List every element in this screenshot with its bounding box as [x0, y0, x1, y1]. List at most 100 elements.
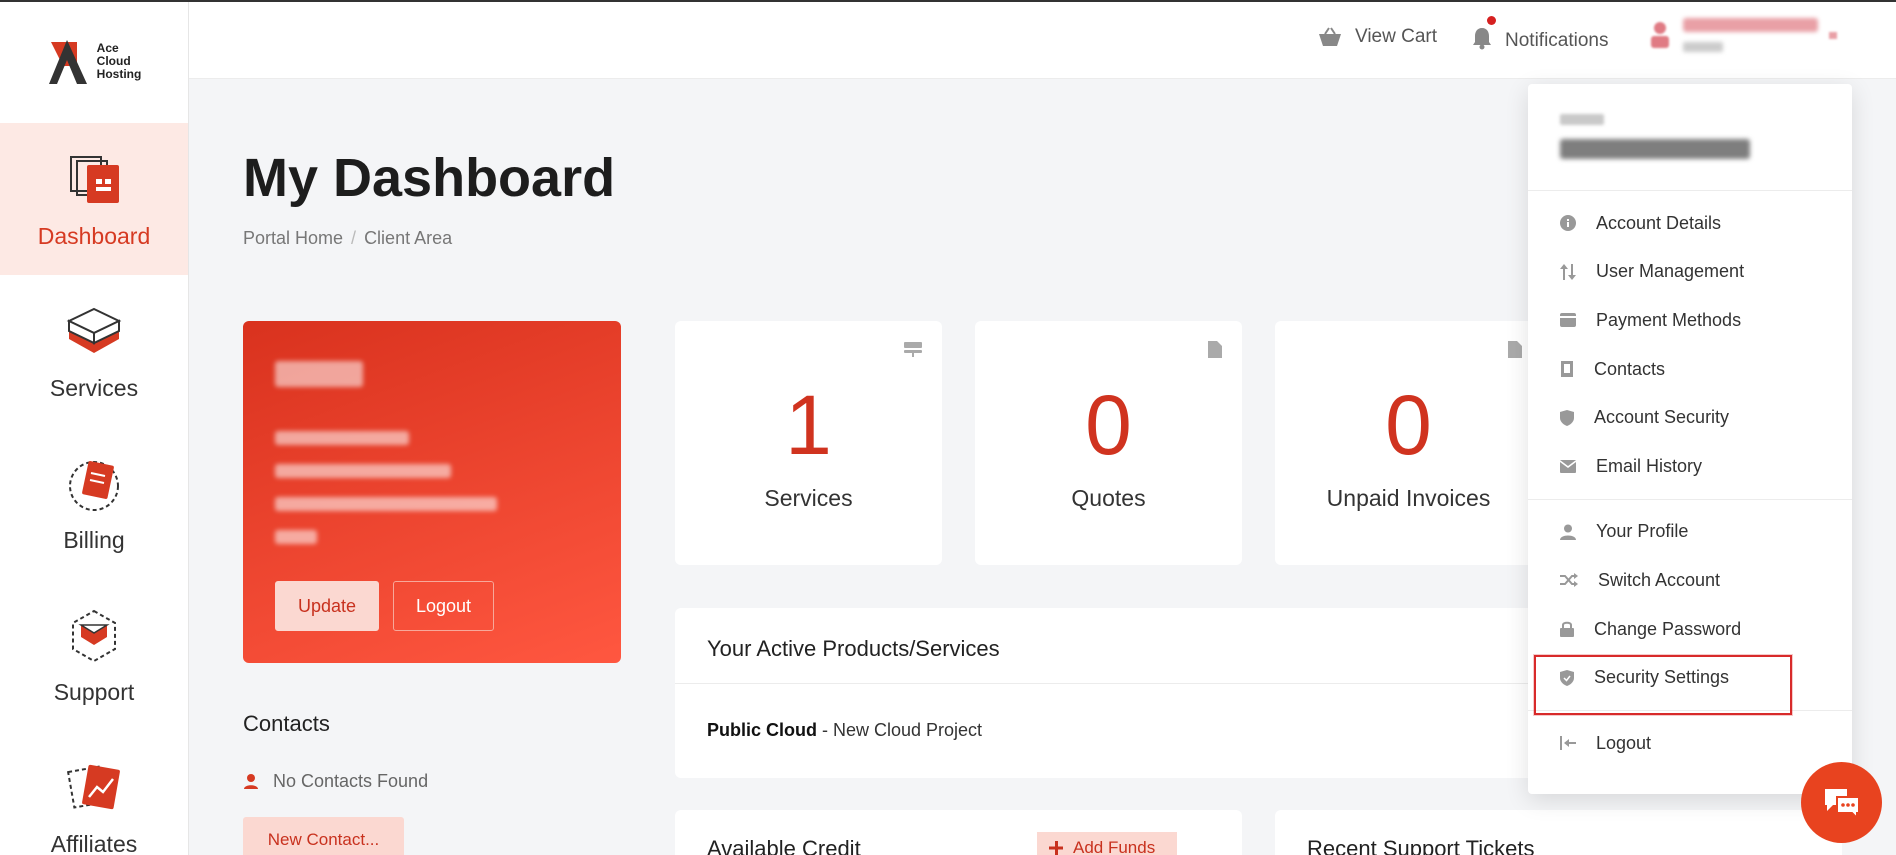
plus-icon [1049, 841, 1063, 855]
menu-change-password[interactable]: Change Password [1528, 605, 1852, 654]
sidebar-item-label: Dashboard [37, 222, 151, 249]
stat-card-quotes[interactable]: 0 Quotes [975, 321, 1242, 565]
new-contact-button[interactable]: New Contact... [243, 817, 404, 855]
notifications-link[interactable]: Notifications [1471, 16, 1609, 56]
menu-item-label: User Management [1596, 261, 1745, 282]
menu-item-label: Payment Methods [1596, 309, 1742, 330]
product-desc: - New Cloud Project [817, 720, 983, 740]
dropdown-logout-group: Logout [1528, 711, 1852, 776]
breadcrumb-client-area: Client Area [364, 228, 453, 248]
chevron-down-icon [1829, 32, 1837, 39]
dropdown-account-group: Account Details User Management Payment … [1528, 191, 1852, 500]
client-name-blurred [275, 431, 409, 445]
client-company-blurred [275, 361, 363, 387]
sidebar-item-label: Support [53, 678, 135, 705]
contacts-title: Contacts [243, 711, 330, 736]
breadcrumb-separator: / [351, 228, 357, 248]
logo-icon [48, 39, 87, 84]
shield-check-icon [1560, 669, 1574, 686]
live-chat-button[interactable] [1801, 762, 1882, 843]
sidebar-item-affiliates[interactable]: Affiliates [0, 731, 188, 855]
sidebar-item-label: Billing [63, 526, 125, 553]
services-icon [66, 307, 122, 353]
page-title: My Dashboard [243, 148, 616, 208]
stat-value: 1 [785, 378, 832, 472]
user-menu-toggle[interactable] [1649, 18, 1838, 52]
menu-security-settings[interactable]: Security Settings [1528, 653, 1852, 715]
menu-item-label: Contacts [1594, 358, 1666, 379]
server-icon [904, 342, 922, 357]
update-button[interactable]: Update [275, 581, 380, 631]
sidebar-item-support[interactable]: Support [0, 579, 188, 731]
available-credit-card: Available Credit Add Funds [675, 810, 1242, 855]
product-row[interactable]: Public Cloud - New Cloud Project [675, 684, 1675, 777]
card-logout-button[interactable]: Logout [393, 581, 495, 631]
window-top-border [0, 0, 1896, 2]
user-name-blurred [1683, 18, 1818, 52]
stat-value: 0 [1085, 378, 1132, 472]
dropdown-username-blurred [1560, 139, 1750, 159]
stat-value: 0 [1385, 378, 1432, 472]
breadcrumb-portal-home[interactable]: Portal Home [243, 228, 343, 249]
user-icon [1560, 524, 1576, 540]
stat-card-unpaid-invoices[interactable]: 0 Unpaid Invoices [1275, 321, 1542, 565]
menu-your-profile[interactable]: Your Profile [1528, 508, 1852, 557]
user-icon [244, 774, 258, 789]
view-cart-label: View Cart [1355, 26, 1438, 47]
sidebar-item-billing[interactable]: Billing [0, 427, 188, 579]
brand-logo[interactable]: Ace Cloud Hosting [0, 0, 188, 123]
product-name: Public Cloud [707, 720, 817, 740]
bell-icon [1473, 28, 1491, 50]
menu-account-details[interactable]: Account Details [1528, 199, 1852, 248]
basket-icon [1319, 27, 1341, 46]
billing-icon [69, 460, 119, 511]
client-info-card: Update Logout [243, 321, 621, 663]
client-city-blurred [275, 497, 497, 511]
dashboard-icon [70, 155, 119, 203]
menu-user-management[interactable]: User Management [1528, 248, 1852, 297]
lock-icon [1560, 621, 1574, 638]
address-book-icon [1561, 361, 1573, 378]
sidebar: Ace Cloud Hosting Dashboard Services Bil… [0, 0, 189, 855]
logout-icon [1560, 736, 1576, 751]
info-icon [1560, 215, 1576, 232]
client-address-blurred [275, 464, 451, 478]
no-contacts-message: No Contacts Found [243, 771, 428, 792]
affiliates-icon [66, 764, 120, 809]
menu-logout[interactable]: Logout [1528, 719, 1852, 768]
stat-label: Quotes [1071, 485, 1146, 511]
client-country-blurred [275, 530, 317, 544]
logo-text: Ace Cloud Hosting [96, 41, 142, 81]
support-icon [72, 609, 116, 662]
menu-account-security[interactable]: Account Security [1528, 393, 1852, 442]
menu-item-label: Account Details [1596, 212, 1722, 233]
recent-tickets-card: Recent Support Tickets [1275, 810, 1842, 855]
add-funds-button[interactable]: Add Funds [1037, 832, 1177, 855]
menu-item-label: Change Password [1594, 618, 1742, 639]
menu-item-label: Email History [1596, 455, 1703, 476]
envelope-icon [1560, 459, 1576, 473]
recent-tickets-title: Recent Support Tickets [1307, 836, 1535, 855]
user-avatar-icon [1651, 22, 1669, 48]
view-cart-link[interactable]: View Cart [1317, 26, 1437, 48]
dropdown-user-header [1528, 84, 1852, 191]
sidebar-item-services[interactable]: Services [0, 275, 188, 427]
sidebar-item-label: Affiliates [50, 830, 138, 855]
menu-email-history[interactable]: Email History [1528, 442, 1852, 491]
sidebar-item-dashboard[interactable]: Dashboard [0, 123, 188, 275]
menu-item-label: Switch Account [1598, 569, 1721, 590]
document-icon [1208, 341, 1222, 358]
active-products-title: Your Active Products/Services [675, 608, 1675, 684]
menu-switch-account[interactable]: Switch Account [1528, 556, 1852, 605]
menu-payment-methods[interactable]: Payment Methods [1528, 296, 1852, 345]
no-contacts-text: No Contacts Found [273, 771, 429, 791]
bell-icon-wrap [1471, 16, 1496, 56]
menu-contacts[interactable]: Contacts [1528, 345, 1852, 394]
shuffle-icon [1560, 573, 1578, 588]
document-icon [1508, 341, 1522, 358]
add-funds-label: Add Funds [1073, 838, 1156, 855]
user-dropdown-menu: Account Details User Management Payment … [1528, 84, 1852, 794]
stat-label: Services [764, 485, 853, 511]
sort-arrows-icon [1560, 263, 1576, 280]
stat-card-services[interactable]: 1 Services [675, 321, 942, 565]
